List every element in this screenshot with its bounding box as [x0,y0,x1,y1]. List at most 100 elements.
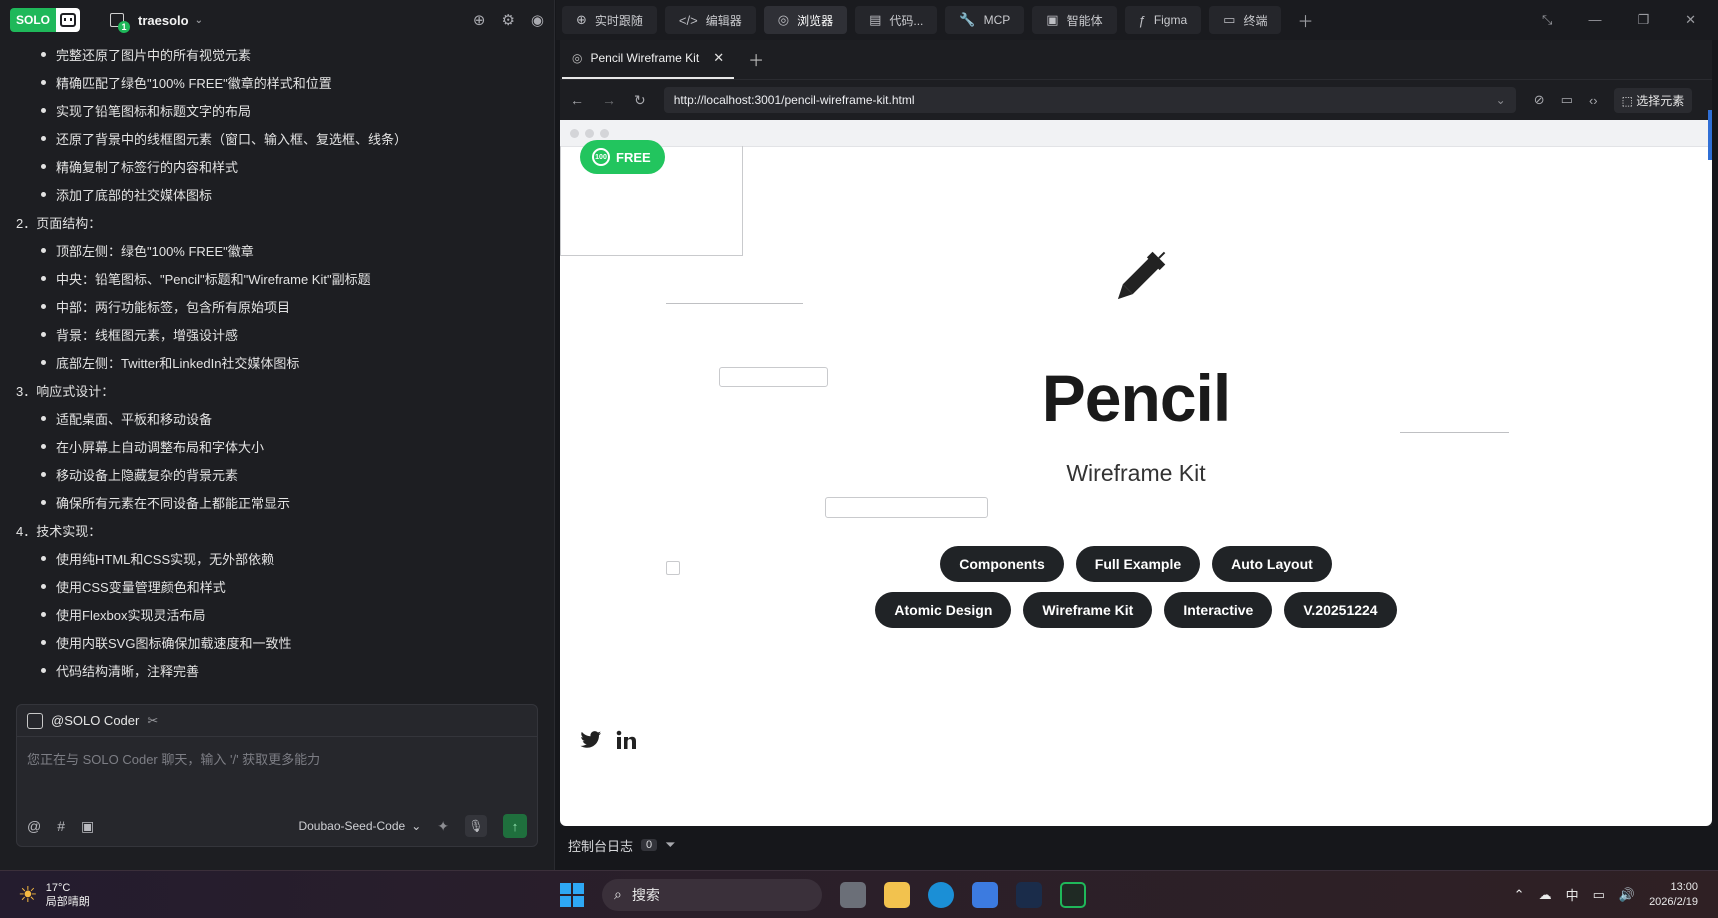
workspace-selector[interactable]: 1 traesolo ⌄ [110,12,203,33]
chat-bullet-item: 使用内联SVG图标确保加载速度和一致性 [14,628,555,656]
twitter-icon[interactable] [580,730,602,750]
console-label[interactable]: 控制台日志 [568,836,633,855]
tab-doc[interactable]: ▤ 代码... [855,6,938,34]
badge-circle: 100 [592,148,610,166]
chat-bullet-item: 完整还原了图片中的所有视觉元素 [14,40,555,68]
tag-pill[interactable]: Full Example [1075,546,1201,582]
compass-icon[interactable]: ⊘ [1534,92,1545,108]
minimize-icon[interactable]: — [1588,12,1601,28]
tab-figma[interactable]: ƒ Figma [1124,6,1202,34]
tag-pill[interactable]: V.20251224 [1284,592,1397,628]
tab-code[interactable]: </> 编辑器 [664,6,756,34]
tag-pill[interactable]: Auto Layout [1212,546,1332,582]
date: 2026/2/19 [1649,895,1698,908]
chat-bullet-item: 在小屏幕上自动调整布局和字体大小 [14,432,555,460]
tab-label: 实时跟随 [594,13,643,28]
trae-icon[interactable] [1060,881,1086,908]
pick-element-button[interactable]: ⬚ 选择元素 [1613,87,1693,113]
account-icon[interactable]: ◉ [531,11,544,29]
tab-terminal[interactable]: ▭ 终端 [1209,6,1282,34]
pick-element-label: 选择元素 [1636,93,1685,108]
chat-bullet-item: 还原了背景中的线框图元素（窗口、输入框、复选框、线条） [14,124,555,152]
page-subtitle: Wireframe Kit [1066,460,1206,486]
weather-widget[interactable]: ☀ 17°C 局部晴朗 [0,881,560,909]
hash-icon[interactable]: # [57,818,65,834]
app-icon[interactable] [1016,881,1042,908]
clock[interactable]: 13:00 2026/2/19 [1649,880,1698,910]
device-icon[interactable]: ▭ [1561,92,1573,108]
volume-icon[interactable]: 🔊 [1619,887,1635,903]
chat-panel: SOLO 1 traesolo ⌄ ⊕ ⚙ ◉ 完整还原了图片中的所有视觉元素精… [0,0,555,870]
collapse-icon[interactable]: ⤡ [1542,12,1552,28]
chevron-down-icon: ⌄ [411,819,422,833]
task-view-icon[interactable] [840,881,866,908]
free-badge: 100 FREE [580,140,665,174]
window-dot [570,129,579,138]
tab-label: 智能体 [1066,13,1103,28]
tab-compass[interactable]: ◎ 浏览器 [763,6,848,34]
back-icon[interactable]: ← [570,92,584,108]
start-icon[interactable] [560,882,584,907]
tools-icon[interactable]: ✂ [147,713,158,729]
url-bar[interactable]: http://localhost:3001/pencil-wireframe-k… [663,87,1516,113]
maximize-icon[interactable]: ❐ [1637,12,1649,28]
new-tab-icon[interactable]: ＋ [734,39,778,79]
ime-indicator[interactable]: 中 [1566,885,1579,904]
add-tab-icon[interactable]: ＋ [1289,8,1321,32]
forward-icon[interactable]: → [602,92,616,108]
network-icon[interactable]: ▭ [1593,887,1605,903]
bot-icon[interactable] [56,8,81,32]
wrench-icon: 🔧 [959,12,976,27]
code-icon[interactable]: ‹› [1589,93,1598,108]
send-button[interactable]: ↑ [503,814,527,838]
model-select[interactable]: Doubao-Seed-Code ⌄ [298,819,421,833]
tab-target[interactable]: ⊕ 实时跟随 [562,6,657,34]
tag-pill[interactable]: Wireframe Kit [1023,592,1153,628]
gear-icon[interactable]: ⚙ [501,11,514,29]
browser-tab[interactable]: ◎ Pencil Wireframe Kit ✕ [562,39,735,79]
tab-label: MCP [983,13,1011,27]
store-icon[interactable] [972,881,998,908]
tab-wrench[interactable]: 🔧 MCP [945,6,1025,34]
sparkle-icon[interactable]: ✦ [437,818,449,835]
solo-badge[interactable]: SOLO [10,8,57,32]
tag-pill[interactable]: Components [940,546,1064,582]
scrollbar-thumb[interactable] [1708,110,1712,160]
chevron-up-icon[interactable]: ⌃ [1514,887,1525,903]
edge-icon[interactable] [928,881,954,908]
chat-bullet-item: 适配桌面、平板和移动设备 [14,404,555,432]
weather-icon: ☀ [18,881,38,907]
code-icon: </> [678,12,698,28]
mic-button[interactable]: 🎙 [465,815,487,837]
browser-tabs: ◎ Pencil Wireframe Kit ✕ ＋ [560,40,1712,80]
close-tab-icon[interactable]: ✕ [713,50,724,66]
tag-pill[interactable]: Atomic Design [875,592,1012,628]
reload-icon[interactable]: ↻ [634,92,646,109]
new-chat-icon[interactable]: ⊕ [473,11,486,29]
chat-bullet-item: 代码结构清晰，注释完善 [14,656,555,680]
chat-bullet-item: 背景：线框图元素，增强设计感 [14,320,555,348]
linkedin-icon[interactable] [616,730,636,750]
window-strip [560,120,1712,147]
cursor-icon: ⬚ [1621,93,1637,108]
taskbar-search[interactable]: ⌕ 搜索 [602,878,822,911]
workspace-name: traesolo [138,12,189,28]
file-explorer-icon[interactable] [884,881,910,908]
chevron-down-icon[interactable]: ⌄ [1496,93,1506,107]
tag-pill[interactable]: Interactive [1164,592,1273,628]
onedrive-icon[interactable]: ☁ [1539,887,1552,903]
page-title: Pencil [1041,361,1231,435]
console-count: 0 [641,839,658,851]
mention-icon[interactable]: @ [27,818,41,834]
agent-name: @SOLO Coder [51,713,140,728]
console-bar: 控制台日志 0 ⏷ [560,830,1712,860]
close-icon[interactable]: ✕ [1685,12,1696,28]
chat-input[interactable]: 您正在与 SOLO Coder 聊天，输入 '/' 获取更多能力 [17,737,537,780]
page-viewport: 100 FREE Pencil Wireframe Kit Components… [560,120,1712,826]
tab-bot[interactable]: ▣ 智能体 [1032,6,1117,34]
tab-label: 代码... [889,13,924,28]
chat-bullet-item: 使用CSS变量管理颜色和样式 [14,572,555,600]
image-icon[interactable]: ▣ [81,818,94,835]
filter-icon[interactable]: ⏷ [665,837,675,853]
search-icon: ⌕ [614,886,622,902]
